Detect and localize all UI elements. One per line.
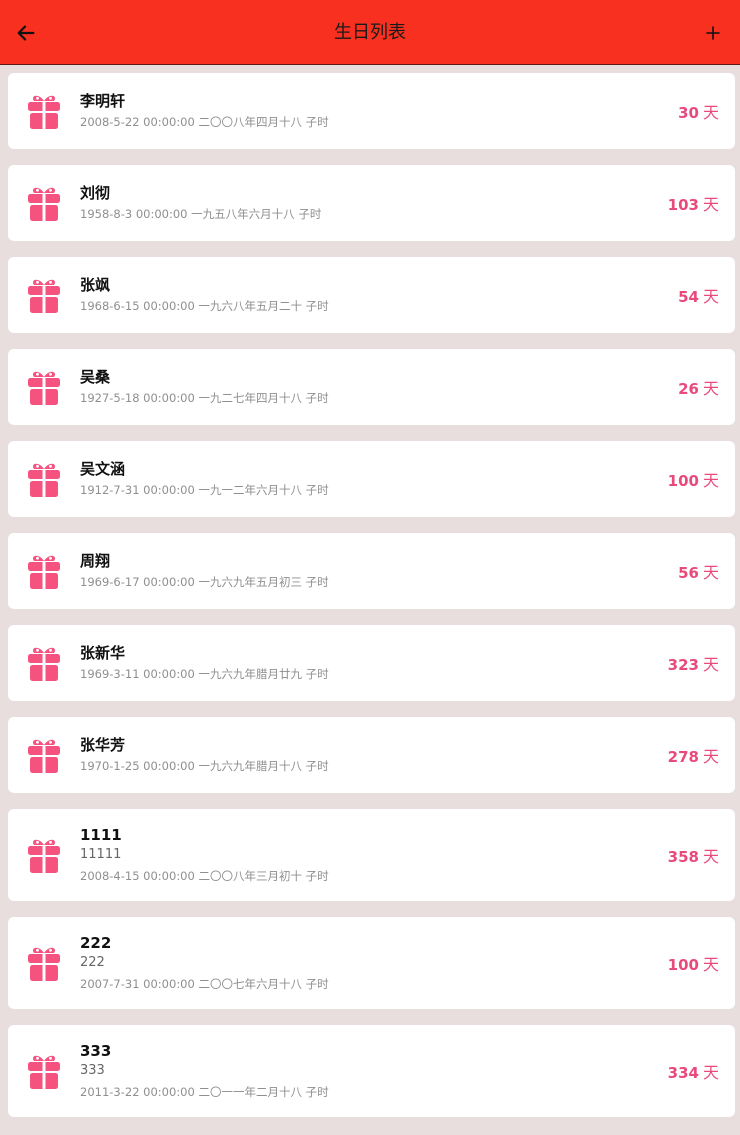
gift-icon xyxy=(28,947,60,982)
gift-icon xyxy=(28,555,60,590)
birthday-card-9[interactable]: 222 222 2007-7-31 00:00:00 二〇〇七年六月十八 子时 … xyxy=(8,917,735,1009)
birthday-info: 周翔 1969-6-17 00:00:00 一九六九年五月初三 子时 xyxy=(80,533,625,609)
birthday-date: 2008-4-15 00:00:00 二〇〇八年三月初十 子时 xyxy=(80,869,329,883)
birthday-card-0[interactable]: 李明轩 2008-5-22 00:00:00 二〇〇八年四月十八 子时 30 天 xyxy=(8,73,735,149)
birthday-card-10[interactable]: 333 333 2011-3-22 00:00:00 二〇一一年二月十八 子时 … xyxy=(8,1025,735,1117)
days-count: 103 xyxy=(667,196,699,214)
birthday-card-1[interactable]: 刘彻 1958-8-3 00:00:00 一九五八年六月十八 子时 103 天 xyxy=(8,165,735,241)
days-unit: 天 xyxy=(702,955,719,974)
add-birthday-button[interactable] xyxy=(700,20,726,46)
birthday-card-5[interactable]: 周翔 1969-6-17 00:00:00 一九六九年五月初三 子时 56 天 xyxy=(8,533,735,609)
person-name: 张华芳 xyxy=(80,736,126,754)
days-unit: 天 xyxy=(702,847,719,866)
days-remaining: 56 天 xyxy=(678,559,719,583)
birthday-info: 1111 11111 2008-4-15 00:00:00 二〇〇八年三月初十 … xyxy=(80,809,625,901)
birthday-date: 2007-7-31 00:00:00 二〇〇七年六月十八 子时 xyxy=(80,977,329,991)
app-bar: 生日列表 xyxy=(0,0,740,65)
birthday-date: 1958-8-3 00:00:00 一九五八年六月十八 子时 xyxy=(80,207,322,221)
person-name: 吴文涵 xyxy=(80,460,126,478)
gift-icon xyxy=(28,647,60,682)
days-unit: 天 xyxy=(702,103,719,122)
days-count: 100 xyxy=(667,472,699,490)
days-remaining: 100 天 xyxy=(668,467,719,491)
days-remaining: 103 天 xyxy=(668,191,719,215)
birthday-info: 吴文涵 1912-7-31 00:00:00 一九一二年六月十八 子时 xyxy=(80,441,625,517)
birthday-date: 1969-3-11 00:00:00 一九六九年腊月廿九 子时 xyxy=(80,667,329,681)
birthday-date: 1970-1-25 00:00:00 一九六九年腊月十八 子时 xyxy=(80,759,329,773)
days-count: 278 xyxy=(667,748,699,766)
days-unit: 天 xyxy=(702,471,719,490)
birthday-info: 李明轩 2008-5-22 00:00:00 二〇〇八年四月十八 子时 xyxy=(80,73,625,149)
birthday-card-8[interactable]: 1111 11111 2008-4-15 00:00:00 二〇〇八年三月初十 … xyxy=(8,809,735,901)
birthday-list: 李明轩 2008-5-22 00:00:00 二〇〇八年四月十八 子时 30 天 … xyxy=(8,73,735,1133)
days-remaining: 278 天 xyxy=(668,743,719,767)
days-count: 54 xyxy=(678,288,699,306)
person-name: 周翔 xyxy=(80,552,111,570)
days-remaining: 100 天 xyxy=(668,951,719,975)
days-remaining: 323 天 xyxy=(668,651,719,675)
birthday-date: 2008-5-22 00:00:00 二〇〇八年四月十八 子时 xyxy=(80,115,329,129)
days-unit: 天 xyxy=(702,287,719,306)
days-remaining: 54 天 xyxy=(678,283,719,307)
page-title: 生日列表 xyxy=(334,22,406,43)
days-unit: 天 xyxy=(702,1063,719,1082)
birthday-date: 1968-6-15 00:00:00 一九六八年五月二十 子时 xyxy=(80,299,329,313)
birthday-card-2[interactable]: 张飒 1968-6-15 00:00:00 一九六八年五月二十 子时 54 天 xyxy=(8,257,735,333)
days-count: 334 xyxy=(667,1064,699,1082)
birthday-info: 333 333 2011-3-22 00:00:00 二〇一一年二月十八 子时 xyxy=(80,1025,625,1117)
person-name: 李明轩 xyxy=(80,92,126,110)
gift-icon xyxy=(28,739,60,774)
birthday-date: 1927-5-18 00:00:00 一九二七年四月十八 子时 xyxy=(80,391,329,405)
days-unit: 天 xyxy=(702,747,719,766)
birthday-card-4[interactable]: 吴文涵 1912-7-31 00:00:00 一九一二年六月十八 子时 100 天 xyxy=(8,441,735,517)
days-count: 100 xyxy=(667,956,699,974)
person-name: 222 xyxy=(80,934,112,952)
person-name: 刘彻 xyxy=(80,184,111,202)
days-count: 26 xyxy=(678,380,699,398)
person-note: 11111 xyxy=(80,847,122,862)
days-count: 30 xyxy=(678,104,699,122)
birthday-info: 张华芳 1970-1-25 00:00:00 一九六九年腊月十八 子时 xyxy=(80,717,625,793)
gift-icon xyxy=(28,463,60,498)
days-count: 323 xyxy=(667,656,699,674)
birthday-info: 张飒 1968-6-15 00:00:00 一九六八年五月二十 子时 xyxy=(80,257,625,333)
days-unit: 天 xyxy=(702,655,719,674)
days-unit: 天 xyxy=(702,379,719,398)
birthday-card-7[interactable]: 张华芳 1970-1-25 00:00:00 一九六九年腊月十八 子时 278 天 xyxy=(8,717,735,793)
days-unit: 天 xyxy=(702,195,719,214)
person-note: 222 xyxy=(80,955,105,970)
person-name: 吴桑 xyxy=(80,368,111,386)
birthday-info: 222 222 2007-7-31 00:00:00 二〇〇七年六月十八 子时 xyxy=(80,917,625,1009)
person-note: 333 xyxy=(80,1063,105,1078)
birthday-info: 刘彻 1958-8-3 00:00:00 一九五八年六月十八 子时 xyxy=(80,165,625,241)
birthday-card-6[interactable]: 张新华 1969-3-11 00:00:00 一九六九年腊月廿九 子时 323 天 xyxy=(8,625,735,701)
plus-icon xyxy=(706,26,720,40)
birthday-info: 张新华 1969-3-11 00:00:00 一九六九年腊月廿九 子时 xyxy=(80,625,625,701)
gift-icon xyxy=(28,371,60,406)
birthday-date: 2011-3-22 00:00:00 二〇一一年二月十八 子时 xyxy=(80,1085,329,1099)
days-count: 358 xyxy=(667,848,699,866)
birthday-date: 1969-6-17 00:00:00 一九六九年五月初三 子时 xyxy=(80,575,329,589)
person-name: 333 xyxy=(80,1042,112,1060)
days-count: 56 xyxy=(678,564,699,582)
birthday-date: 1912-7-31 00:00:00 一九一二年六月十八 子时 xyxy=(80,483,329,497)
gift-icon xyxy=(28,187,60,222)
person-name: 张飒 xyxy=(80,276,111,294)
person-name: 1111 xyxy=(80,826,122,844)
days-remaining: 26 天 xyxy=(678,375,719,399)
birthday-info: 吴桑 1927-5-18 00:00:00 一九二七年四月十八 子时 xyxy=(80,349,625,425)
person-name: 张新华 xyxy=(80,644,126,662)
gift-icon xyxy=(28,839,60,874)
days-remaining: 358 天 xyxy=(668,843,719,867)
days-remaining: 30 天 xyxy=(678,99,719,123)
gift-icon xyxy=(28,279,60,314)
gift-icon xyxy=(28,95,60,130)
days-unit: 天 xyxy=(702,563,719,582)
gift-icon xyxy=(28,1055,60,1090)
birthday-card-3[interactable]: 吴桑 1927-5-18 00:00:00 一九二七年四月十八 子时 26 天 xyxy=(8,349,735,425)
days-remaining: 334 天 xyxy=(668,1059,719,1083)
